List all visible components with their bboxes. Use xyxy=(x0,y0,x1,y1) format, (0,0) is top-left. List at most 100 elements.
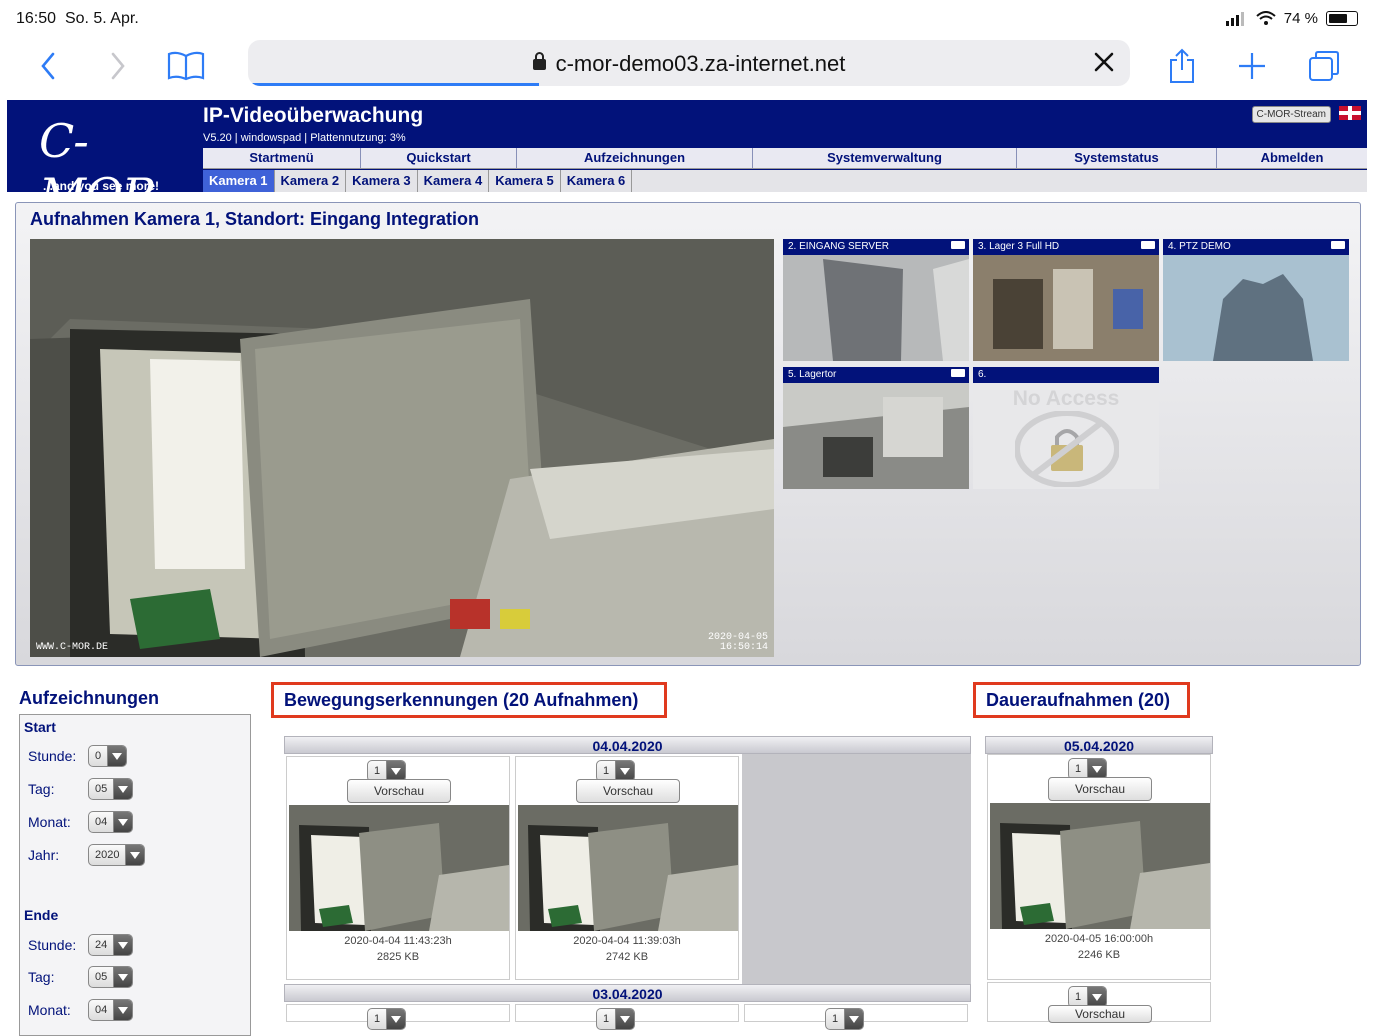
main-menu: Startmenü Quickstart Aufzeichnungen Syst… xyxy=(203,148,1367,169)
load-progress xyxy=(248,83,540,86)
recording-thumbnail[interactable] xyxy=(289,805,509,931)
url-text: c-mor-demo03.za-internet.net xyxy=(248,51,1130,77)
tab-kamera-6[interactable]: Kamera 6 xyxy=(561,170,633,192)
lock-denied-icon xyxy=(1015,411,1119,487)
recording-thumbnail[interactable] xyxy=(518,805,738,931)
recordings-filter: Aufzeichnungen Start Stunde: 0 Tag: 05 M… xyxy=(17,684,253,1036)
preview-button[interactable]: Vorschau xyxy=(1048,1005,1152,1023)
recording-meta: 2020-04-04 11:39:03h 2742 KB xyxy=(573,935,681,963)
dropdown-arrow-icon xyxy=(615,761,635,781)
dropdown-arrow-icon xyxy=(113,812,133,832)
recording-card: 1 Vorschau 2020-04-04 11:43:23h 2825 KB xyxy=(286,756,510,980)
menu-item-logout[interactable]: Abmelden xyxy=(1217,148,1367,168)
camera-tabs: Kamera 1 Kamera 2 Kamera 3 Kamera 4 Kame… xyxy=(203,170,1367,192)
dropdown-arrow-icon xyxy=(113,935,133,955)
watermark: WWW.C-MOR.DE xyxy=(36,642,109,653)
menu-item-system-admin[interactable]: Systemverwaltung xyxy=(753,148,1017,168)
preview-button[interactable]: Vorschau xyxy=(576,779,680,803)
back-button[interactable] xyxy=(26,44,70,88)
recording-meta: 2020-04-05 16:00:00h 2246 KB xyxy=(1044,933,1154,961)
recordings-title: Aufzeichnungen xyxy=(19,688,159,708)
clear-icon[interactable] xyxy=(1090,48,1118,76)
feed-timestamp: 2020-04-05 16:50:14 xyxy=(707,632,768,653)
start-month-select[interactable]: 04 xyxy=(88,811,134,833)
thumb-label: 6. xyxy=(973,367,1159,383)
camera-panel: Aufnahmen Kamera 1, Standort: Eingang In… xyxy=(15,202,1361,666)
end-day-select[interactable]: 05 xyxy=(88,966,134,988)
uk-flag-icon[interactable] xyxy=(1339,106,1361,120)
end-day-row: Tag: 05 xyxy=(28,966,134,988)
camera-icon xyxy=(951,241,965,249)
tab-kamera-3[interactable]: Kamera 3 xyxy=(346,170,418,192)
recording-thumbnail[interactable] xyxy=(990,803,1210,929)
preview-button[interactable]: Vorschau xyxy=(347,779,451,803)
share-button[interactable] xyxy=(1160,44,1204,88)
start-hour-row: Stunde: 0 xyxy=(28,745,128,767)
dropdown-arrow-icon xyxy=(386,1009,406,1029)
cmor-stream-button[interactable]: C-MOR-Stream xyxy=(1251,106,1331,123)
filter-box: Start Stunde: 0 Tag: 05 Monat: 04 Jahr: … xyxy=(19,714,251,1036)
start-month-row: Monat: 04 xyxy=(28,811,134,833)
recording-select[interactable]: 1 xyxy=(825,1008,865,1030)
end-hour-select[interactable]: 24 xyxy=(88,934,134,956)
thumb-camera-4[interactable]: 4. PTZ DEMO xyxy=(1163,239,1349,361)
recording-card: 1 xyxy=(744,1004,968,1030)
tab-kamera-2[interactable]: Kamera 2 xyxy=(275,170,347,192)
camera-icon xyxy=(1331,241,1345,249)
address-bar[interactable]: c-mor-demo03.za-internet.net xyxy=(248,40,1130,86)
browser-toolbar: c-mor-demo03.za-internet.net xyxy=(0,38,1374,96)
chevron-left-icon xyxy=(41,52,55,80)
thumb-camera-2[interactable]: 2. EINGANG SERVER xyxy=(783,239,969,361)
thumb-camera-6[interactable]: 6. No Access xyxy=(973,367,1159,489)
start-day-select[interactable]: 05 xyxy=(88,778,134,800)
empty-slot xyxy=(742,754,971,984)
menu-item-recordings[interactable]: Aufzeichnungen xyxy=(517,148,753,168)
tabs-icon xyxy=(1309,51,1339,81)
tab-kamera-1[interactable]: Kamera 1 xyxy=(203,170,275,192)
wifi-icon xyxy=(1256,11,1276,25)
tab-kamera-5[interactable]: Kamera 5 xyxy=(489,170,561,192)
start-heading: Start xyxy=(24,719,56,735)
recording-select[interactable]: 1 xyxy=(596,1008,636,1030)
recording-image xyxy=(518,805,738,931)
tab-kamera-4[interactable]: Kamera 4 xyxy=(418,170,490,192)
thumb-label: 4. PTZ DEMO xyxy=(1163,239,1349,255)
battery-percent: 74 % xyxy=(1283,10,1318,27)
menu-item-system-status[interactable]: Systemstatus xyxy=(1017,148,1217,168)
start-hour-select[interactable]: 0 xyxy=(88,745,128,767)
dropdown-arrow-icon xyxy=(113,967,133,987)
main-camera-feed[interactable]: WWW.C-MOR.DE 2020-04-05 16:50:14 xyxy=(30,239,774,657)
menu-item-quickstart[interactable]: Quickstart xyxy=(361,148,517,168)
end-month-select[interactable]: 04 xyxy=(88,999,134,1021)
recording-select[interactable]: 1 xyxy=(367,1008,407,1030)
plus-icon xyxy=(1239,53,1265,79)
slogan: ...and you see more! xyxy=(43,179,160,193)
camera-image xyxy=(30,239,774,657)
thumb-label: 5. Lagertor xyxy=(783,367,969,383)
camera-icon xyxy=(1141,241,1155,249)
cmor-logo[interactable]: C-MOR ...and you see more! xyxy=(17,106,197,222)
camera-icon xyxy=(951,369,965,377)
tabs-button[interactable] xyxy=(1302,44,1346,88)
camera-4-image xyxy=(1163,239,1349,361)
menu-item-startmenu[interactable]: Startmenü xyxy=(203,148,361,168)
camera-3-image xyxy=(973,239,1159,361)
bookmarks-button[interactable] xyxy=(164,44,208,88)
dropdown-arrow-icon xyxy=(1087,987,1107,1007)
thumb-camera-3[interactable]: 3. Lager 3 Full HD xyxy=(973,239,1159,361)
status-time: 16:50 So. 5. Apr. xyxy=(16,10,139,27)
forward-button[interactable] xyxy=(96,44,140,88)
status-indicators: 74 % xyxy=(1225,10,1358,27)
recording-card: 1 Vorschau xyxy=(987,982,1211,1023)
recording-card: 1 Vorschau 2020-04-05 16:00:00h 2246 KB xyxy=(987,754,1211,980)
start-year-select[interactable]: 2020 xyxy=(88,844,146,866)
preview-button[interactable]: Vorschau xyxy=(1048,777,1152,801)
continuous-section-title: Daueraufnahmen (20) xyxy=(973,682,1190,718)
new-tab-button[interactable] xyxy=(1230,44,1274,88)
dropdown-arrow-icon xyxy=(1087,759,1107,779)
battery-icon xyxy=(1326,11,1358,26)
signal-icon xyxy=(1225,11,1244,26)
end-hour-row: Stunde: 24 xyxy=(28,934,134,956)
thumb-camera-5[interactable]: 5. Lagertor xyxy=(783,367,969,489)
dropdown-arrow-icon xyxy=(113,1000,133,1020)
